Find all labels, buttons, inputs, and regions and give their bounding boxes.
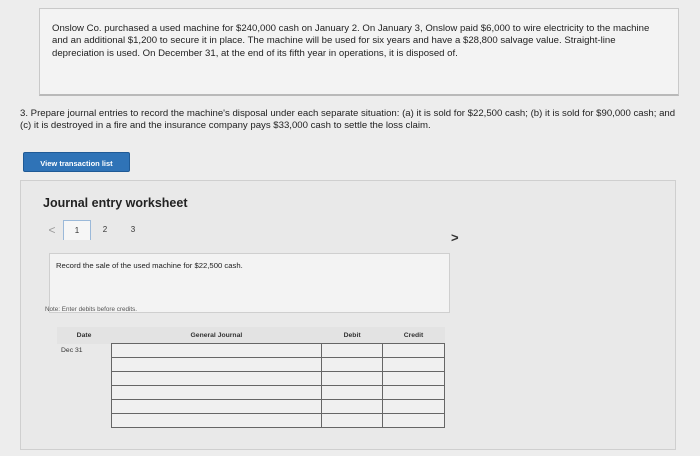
credit-input[interactable] <box>382 343 445 358</box>
table-row <box>57 385 445 400</box>
credit-input[interactable] <box>382 371 445 386</box>
previous-arrow-icon[interactable]: < <box>41 223 63 237</box>
account-input[interactable] <box>110 357 323 372</box>
problem-statement: Onslow Co. purchased a used machine for … <box>39 8 679 96</box>
date-header: Date <box>57 327 112 344</box>
table-row <box>57 357 445 372</box>
credit-input[interactable] <box>382 413 445 428</box>
part-3-instructions: 3. Prepare journal entries to record the… <box>20 108 688 133</box>
debit-input[interactable] <box>321 371 384 386</box>
debit-input[interactable] <box>321 343 384 358</box>
page-tab-1[interactable]: 1 <box>63 220 91 240</box>
table-row <box>57 413 445 428</box>
credit-input[interactable] <box>382 399 445 414</box>
general-journal-header: General Journal <box>111 327 322 344</box>
debit-input[interactable] <box>321 357 384 372</box>
view-transaction-list-button[interactable]: View transaction list <box>23 152 130 172</box>
debit-input[interactable] <box>321 413 384 428</box>
table-row <box>57 399 445 414</box>
instruction-text: Record the sale of the used machine for … <box>56 261 243 270</box>
page-tab-2[interactable]: 2 <box>91 220 119 240</box>
account-input[interactable] <box>110 413 323 428</box>
problem-text: Onslow Co. purchased a used machine for … <box>52 23 650 59</box>
credit-input[interactable] <box>382 385 445 400</box>
journal-header-row: Date General Journal Debit Credit <box>57 327 445 344</box>
date-cell <box>57 372 111 386</box>
part-3-text: 3. Prepare journal entries to record the… <box>20 108 676 132</box>
journal-entry-worksheet: Journal entry worksheet < 1 2 3 > Record… <box>20 180 676 450</box>
account-input[interactable] <box>110 399 323 414</box>
debit-header: Debit <box>321 327 383 344</box>
date-cell <box>57 358 111 372</box>
worksheet-pager: < 1 2 3 <box>41 219 147 241</box>
transaction-instruction: Record the sale of the used machine for … <box>49 253 450 313</box>
date-cell: Dec 31 <box>61 347 83 354</box>
account-input[interactable] <box>110 371 323 386</box>
date-cell <box>57 400 111 414</box>
journal-table: Date General Journal Debit Credit Dec 31 <box>57 327 445 428</box>
debit-input[interactable] <box>321 385 384 400</box>
credit-header: Credit <box>382 327 445 344</box>
account-input[interactable] <box>110 385 323 400</box>
entry-note: Note: Enter debits before credits. <box>45 306 138 313</box>
date-cell <box>57 414 111 428</box>
page-tab-3[interactable]: 3 <box>119 220 147 240</box>
debit-input[interactable] <box>321 399 384 414</box>
credit-input[interactable] <box>382 357 445 372</box>
table-row: Dec 31 <box>57 343 445 358</box>
worksheet-title: Journal entry worksheet <box>43 196 188 210</box>
account-input[interactable] <box>110 343 323 358</box>
table-row <box>57 371 445 386</box>
date-cell <box>57 386 111 400</box>
next-arrow-icon[interactable]: > <box>451 230 459 245</box>
